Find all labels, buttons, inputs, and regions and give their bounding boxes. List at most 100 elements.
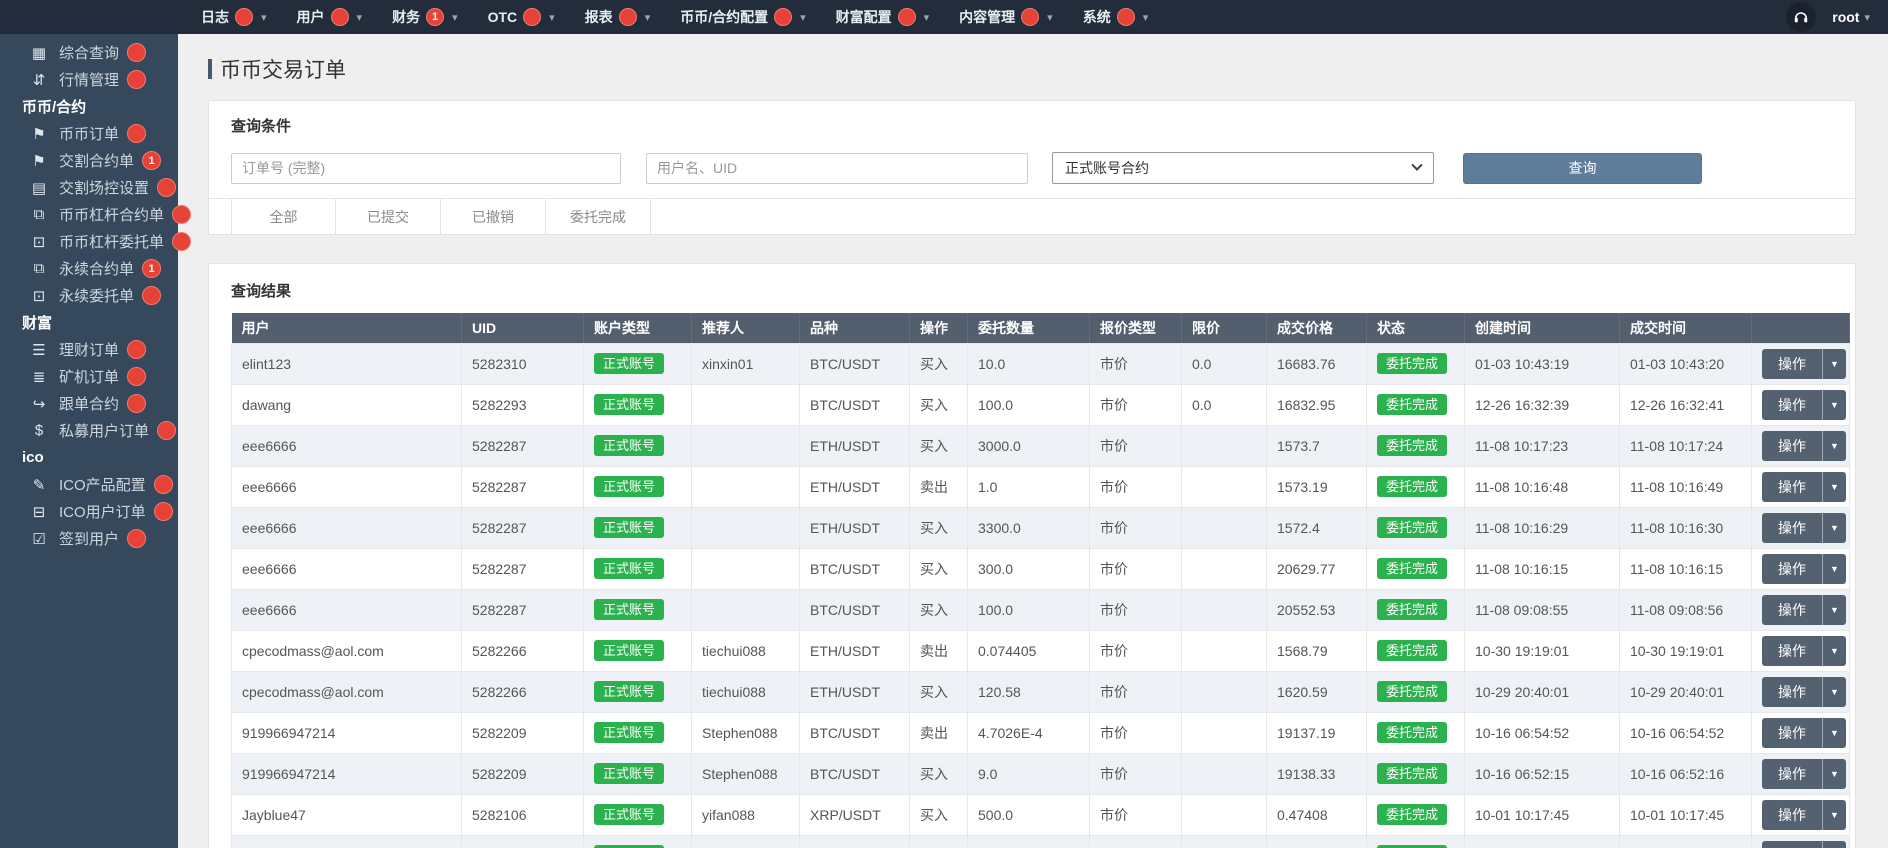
row-action-button[interactable]: 操作 bbox=[1762, 431, 1822, 461]
row-action-dropdown-toggle[interactable]: ▼ bbox=[1822, 472, 1846, 502]
cell-status: 委托完成 bbox=[1367, 425, 1465, 466]
topnav-menu-item[interactable]: 系统 ▾ bbox=[1068, 0, 1164, 34]
row-action-button[interactable]: 操作 bbox=[1762, 841, 1822, 848]
sidebar-item-ico-user-monitor[interactable]: ⊟ ICO用户订单 bbox=[0, 498, 178, 525]
row-action-button[interactable]: 操作 bbox=[1762, 759, 1822, 789]
row-action-button[interactable]: 操作 bbox=[1762, 595, 1822, 625]
sidebar-item-delegate-clock[interactable]: ⊡ 永续委托单 bbox=[0, 282, 178, 309]
cell-created-time: 11-08 10:16:29 bbox=[1465, 507, 1620, 548]
row-action-dropdown-toggle[interactable]: ▼ bbox=[1822, 349, 1846, 379]
caret-down-icon: ▼ bbox=[1830, 769, 1839, 779]
topnav-menu-item[interactable]: 财富配置 ▾ bbox=[821, 0, 945, 34]
table-row: dawang 5282293 正式账号 BTC/USDT 买入 100.0 市价… bbox=[232, 384, 1850, 425]
user-search-input[interactable] bbox=[646, 153, 1028, 184]
cell-status: 委托完成 bbox=[1367, 835, 1465, 848]
sidebar-item-follow-export[interactable]: ↪ 跟单合约 bbox=[0, 390, 178, 417]
sidebar-item-bookmark[interactable]: ⚑ 交割合约单 1 bbox=[0, 147, 178, 174]
table-row: cpecodmass@aol.com 5282266 正式账号 tiechui0… bbox=[232, 630, 1850, 671]
row-action-button[interactable]: 操作 bbox=[1762, 554, 1822, 584]
chevron-down-icon: ▾ bbox=[645, 11, 651, 24]
market-chart-icon: ⇵ bbox=[27, 71, 51, 89]
sidebar-item-finance-database[interactable]: ☰ 理财订单 bbox=[0, 336, 178, 363]
table-row: eee6666 5282287 正式账号 BTC/USDT 买入 100.0 市… bbox=[232, 589, 1850, 630]
row-action-dropdown-toggle[interactable]: ▼ bbox=[1822, 595, 1846, 625]
row-action-dropdown-toggle[interactable]: ▼ bbox=[1822, 718, 1846, 748]
row-action-button[interactable]: 操作 bbox=[1762, 718, 1822, 748]
status-badge: 委托完成 bbox=[1377, 435, 1447, 457]
sidebar-item-grid[interactable]: ▦ 综合查询 bbox=[0, 39, 178, 66]
support-button[interactable] bbox=[1786, 2, 1816, 32]
row-action-button[interactable]: 操作 bbox=[1762, 390, 1822, 420]
status-filter-tab[interactable]: 已提交 bbox=[336, 199, 441, 234]
sidebar-item-ico-product[interactable]: ✎ ICO产品配置 bbox=[0, 471, 178, 498]
cell-account-type: 正式账号 bbox=[584, 671, 692, 712]
notification-badge bbox=[898, 8, 916, 26]
row-action-button[interactable]: 操作 bbox=[1762, 636, 1822, 666]
order-id-input[interactable] bbox=[231, 153, 621, 184]
row-action-dropdown-toggle[interactable]: ▼ bbox=[1822, 677, 1846, 707]
cell-uid: 5282287 bbox=[462, 425, 584, 466]
topnav-menu-item[interactable]: 财务 1 ▾ bbox=[377, 0, 473, 34]
main-content: 币币交易订单 查询条件 正式账号合约 查询 全部已提交已撤销委托完成 查询结果 … bbox=[178, 34, 1888, 848]
sidebar-item-contract-copy[interactable]: ⧉ 币币杠杆合约单 bbox=[0, 201, 178, 228]
cell-side: 卖出 bbox=[910, 630, 968, 671]
cell-deal-price: 19707.15 bbox=[1267, 835, 1367, 848]
row-action-dropdown-toggle[interactable]: ▼ bbox=[1822, 513, 1846, 543]
finance-database-icon: ☰ bbox=[27, 341, 51, 359]
sidebar-item-contract-copy[interactable]: ⧉ 永续合约单 1 bbox=[0, 255, 178, 282]
topnav-menu-item[interactable]: 日志 ▾ bbox=[186, 0, 282, 34]
orders-table: 用户UID账户类型推荐人品种操作委托数量报价类型限价成交价格状态创建时间成交时间… bbox=[231, 313, 1850, 848]
sidebar-item-signin-check[interactable]: ☑ 签到用户 bbox=[0, 525, 178, 552]
search-controls: 正式账号合约 查询 bbox=[231, 152, 1855, 184]
user-menu[interactable]: root ▾ bbox=[1832, 9, 1870, 25]
cell-account-type: 正式账号 bbox=[584, 343, 692, 384]
topnav-menu-item[interactable]: 内容管理 ▾ bbox=[944, 0, 1068, 34]
row-action-dropdown-toggle[interactable]: ▼ bbox=[1822, 554, 1846, 584]
sidebar-item-delegate-clock[interactable]: ⊡ 币币杠杆委托单 bbox=[0, 228, 178, 255]
topnav-menu-item[interactable]: OTC ▾ bbox=[473, 0, 570, 34]
title-accent-bar bbox=[208, 59, 212, 79]
sidebar: ▦ 综合查询 ⇵ 行情管理 币币/合约 ⚑ 币币订单 ⚑ 交割合约单 1 ▤ 交… bbox=[0, 34, 178, 848]
chevron-down-icon: ▾ bbox=[1864, 11, 1870, 24]
row-action-button[interactable]: 操作 bbox=[1762, 472, 1822, 502]
notification-badge bbox=[127, 394, 146, 413]
topnav-menu-item[interactable]: 用户 ▾ bbox=[282, 0, 378, 34]
cell-account-type: 正式账号 bbox=[584, 589, 692, 630]
row-action-dropdown-toggle[interactable]: ▼ bbox=[1822, 636, 1846, 666]
row-action-button[interactable]: 操作 bbox=[1762, 800, 1822, 830]
cell-created-time: 10-16 06:52:15 bbox=[1465, 753, 1620, 794]
cell-created-time: 10-30 19:19:01 bbox=[1465, 630, 1620, 671]
sidebar-item-dollar[interactable]: $ 私募用户订单 bbox=[0, 417, 178, 444]
sidebar-item-miner-layers[interactable]: ≣ 矿机订单 bbox=[0, 363, 178, 390]
row-action-split-button: 操作 ▼ bbox=[1762, 595, 1846, 625]
cell-price-type: 市价 bbox=[1090, 794, 1182, 835]
cell-limit-price bbox=[1182, 835, 1267, 848]
cell-actions: 操作 ▼ bbox=[1752, 384, 1850, 425]
row-action-button[interactable]: 操作 bbox=[1762, 677, 1822, 707]
notification-badge bbox=[127, 43, 146, 62]
status-filter-tab[interactable]: 委托完成 bbox=[546, 199, 651, 234]
topnav-menu-item[interactable]: 报表 ▾ bbox=[570, 0, 666, 34]
account-type-badge: 正式账号 bbox=[594, 599, 664, 621]
row-action-dropdown-toggle[interactable]: ▼ bbox=[1822, 800, 1846, 830]
status-filter-tab[interactable]: 全部 bbox=[231, 199, 336, 234]
row-action-dropdown-toggle[interactable]: ▼ bbox=[1822, 759, 1846, 789]
cell-amount: 3000.0 bbox=[968, 425, 1090, 466]
row-action-dropdown-toggle[interactable]: ▼ bbox=[1822, 431, 1846, 461]
search-button[interactable]: 查询 bbox=[1463, 153, 1702, 184]
row-action-button[interactable]: 操作 bbox=[1762, 513, 1822, 543]
cell-deal-time: 09-30 09:57:29 bbox=[1620, 835, 1752, 848]
cell-side: 买入 bbox=[910, 507, 968, 548]
row-action-button[interactable]: 操作 bbox=[1762, 349, 1822, 379]
row-action-dropdown-toggle[interactable]: ▼ bbox=[1822, 390, 1846, 420]
sidebar-item-market-chart[interactable]: ⇵ 行情管理 bbox=[0, 66, 178, 93]
ico-product-icon: ✎ bbox=[27, 476, 51, 494]
sidebar-item-clipboard[interactable]: ▤ 交割场控设置 bbox=[0, 174, 178, 201]
row-action-dropdown-toggle[interactable]: ▼ bbox=[1822, 841, 1846, 848]
account-type-select[interactable]: 正式账号合约 bbox=[1052, 152, 1434, 184]
status-filter-tab[interactable]: 已撤销 bbox=[441, 199, 546, 234]
cell-uid: 5282209 bbox=[462, 712, 584, 753]
topnav-menu-item[interactable]: 币币/合约配置 ▾ bbox=[665, 0, 820, 34]
sidebar-item-bookmark[interactable]: ⚑ 币币订单 bbox=[0, 120, 178, 147]
notification-badge bbox=[1021, 8, 1039, 26]
